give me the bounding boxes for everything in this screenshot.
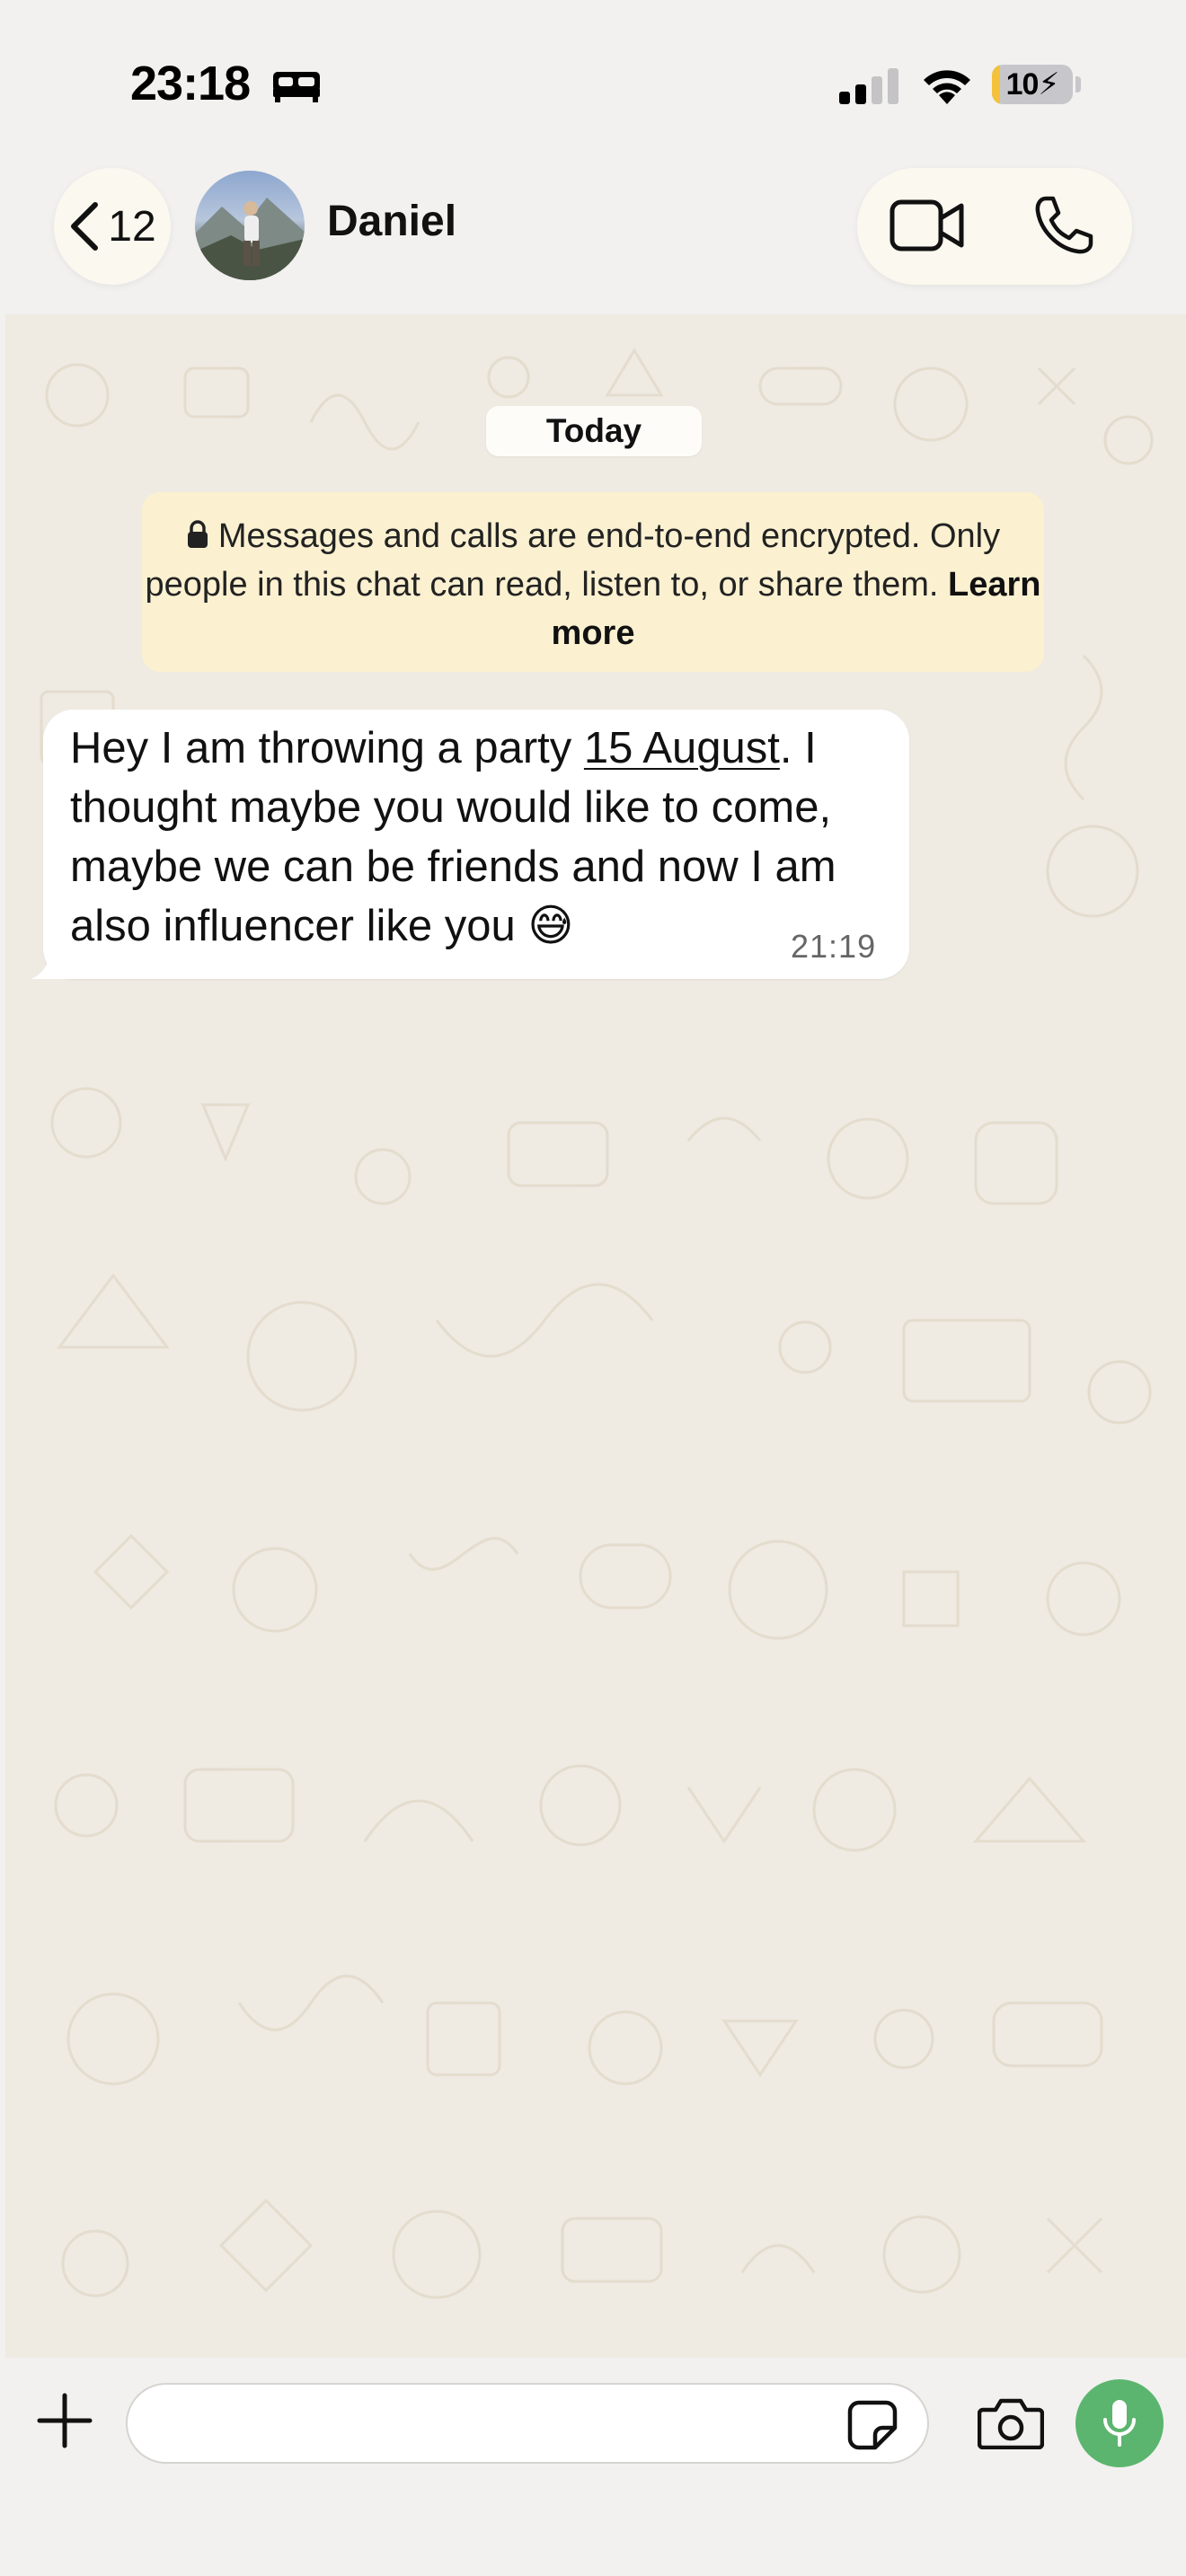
video-call-icon[interactable] xyxy=(890,198,965,252)
chevron-left-icon xyxy=(71,202,99,251)
battery-indicator: 10⚡ xyxy=(992,65,1073,104)
date-link[interactable]: 15 August xyxy=(584,724,780,772)
bed-icon xyxy=(273,72,320,102)
cellular-signal-icon xyxy=(839,68,898,104)
encryption-notice-text: Messages and calls are end-to-end encryp… xyxy=(145,517,1001,604)
call-buttons-group xyxy=(857,168,1132,285)
plus-icon[interactable] xyxy=(36,2392,93,2449)
microphone-button[interactable] xyxy=(1075,2379,1164,2467)
message-timestamp: 21:19 xyxy=(791,928,877,965)
wifi-icon xyxy=(924,70,970,104)
phone-icon[interactable] xyxy=(1033,195,1094,256)
sticker-icon[interactable] xyxy=(846,2399,898,2451)
message-input[interactable] xyxy=(126,2383,929,2464)
contact-avatar[interactable] xyxy=(195,171,305,280)
camera-icon[interactable] xyxy=(978,2397,1044,2449)
message-text: Hey I am throwing a party 15 August. I t… xyxy=(70,724,836,950)
unread-count: 12 xyxy=(108,202,156,251)
back-button[interactable]: 12 xyxy=(54,168,171,285)
chat-header: 12 Daniel xyxy=(0,157,1186,314)
avatar-photo xyxy=(195,198,305,280)
microphone-icon xyxy=(1103,2400,1136,2447)
encryption-notice[interactable]: Messages and calls are end-to-end encryp… xyxy=(142,492,1044,672)
message-input-bar xyxy=(0,2358,1186,2576)
battery-percent: 10⚡ xyxy=(1005,67,1060,101)
date-separator: Today xyxy=(486,406,702,456)
status-bar: 23:18 10⚡ xyxy=(0,0,1186,157)
battery-cap xyxy=(1075,76,1081,93)
whatsapp-chat-screen: 23:18 10⚡ 12 Daniel Today Messages and c… xyxy=(0,0,1186,2576)
lock-icon xyxy=(187,520,208,548)
status-time: 23:18 xyxy=(130,57,251,110)
contact-name[interactable]: Daniel xyxy=(327,197,456,246)
